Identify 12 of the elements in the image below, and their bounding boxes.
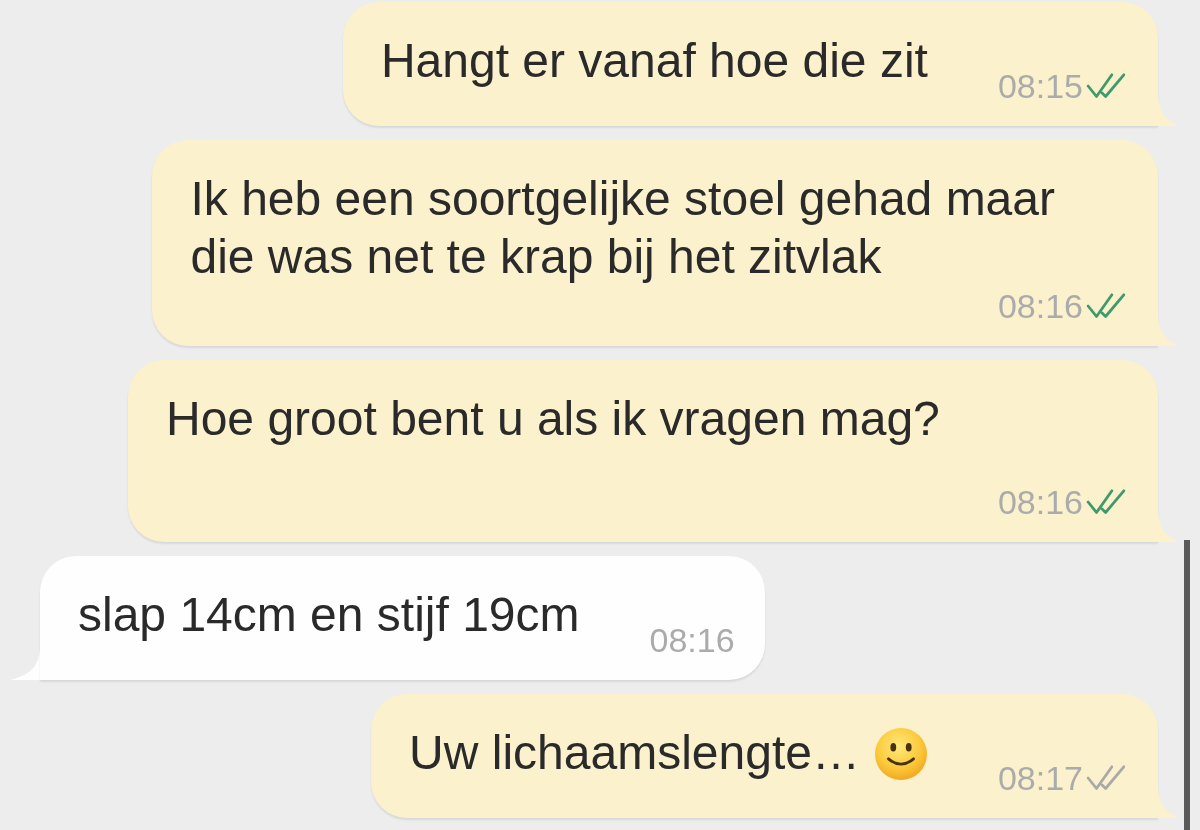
message-time: 08:15 — [997, 66, 1083, 106]
smiley-icon — [873, 727, 928, 781]
scrollbar-thumb[interactable] — [1184, 540, 1190, 830]
message-time: 08:17 — [997, 758, 1083, 798]
message-time: 08:16 — [997, 482, 1083, 522]
message-text: Hangt er vanaf hoe die zit — [380, 34, 928, 87]
message-time: 08:16 — [997, 286, 1083, 326]
message-text: Uw lichaamslengte… — [409, 726, 860, 779]
message-text: Ik heb een soortgelijke stoel gehad maar die was net te krap bij het zitvlak — [190, 172, 1055, 283]
message-text: slap 14cm en stijf 19cm — [78, 588, 580, 641]
message-text: Hoe groot bent u als ik vragen mag? — [166, 392, 940, 445]
message-time: 08:16 — [649, 620, 735, 660]
